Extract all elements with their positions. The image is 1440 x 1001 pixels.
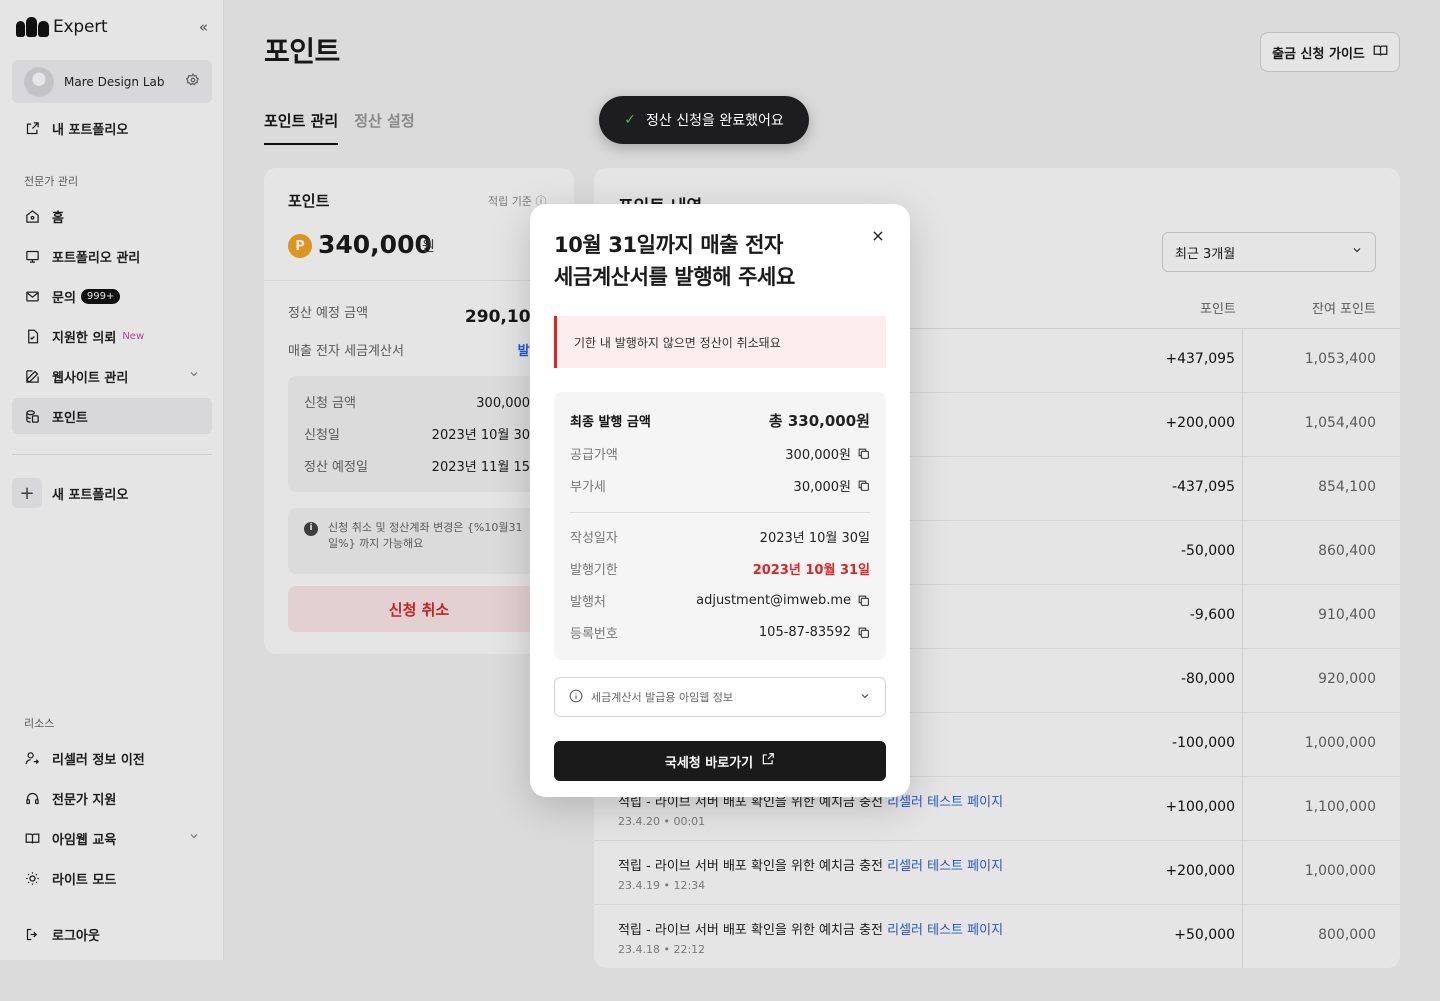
deadline-label: 발행기한 [570,563,618,578]
vat-value: 30,000원 [793,480,851,495]
copy-icon[interactable] [857,447,870,460]
final-amount-row: 최종 발행 금액 총 330,000원 [570,410,870,431]
registration-value: 105-87-83592 [758,625,851,640]
vat-label: 부가세 [570,480,606,495]
info-icon [569,689,583,706]
success-toast: ✓ 정산 신청을 완료했어요 [599,96,809,144]
modal-title: 10월 31일까지 매출 전자 세금계산서를 발행해 주세요 [554,230,854,293]
invoice-detail-box: 최종 발행 금액 총 330,000원 공급가액 300,000원 부가세 30… [554,392,886,660]
imweb-info-accordion[interactable]: 세금계산서 발급용 아임웹 정보 [554,677,886,717]
close-icon[interactable] [868,226,888,246]
supply-label: 공급가액 [570,448,618,463]
tax-invoice-modal: 10월 31일까지 매출 전자 세금계산서를 발행해 주세요 기한 내 발행하지… [530,204,910,797]
modal-title-line-2: 세금계산서를 발행해 주세요 [554,264,795,289]
chevron-down-icon [859,690,871,705]
issuer-value-group: adjustment@imweb.me [696,593,870,608]
written-date-value: 2023년 10월 30일 [759,531,870,546]
final-amount-label: 최종 발행 금액 [570,415,651,430]
detail-divider [570,512,870,513]
registration-value-group: 105-87-83592 [759,625,870,640]
issuer-row: 발행처 adjustment@imweb.me [570,591,870,610]
written-date-row: 작성일자 2023년 10월 30일 [570,527,870,546]
supply-value: 300,000원 [785,448,851,463]
modal-title-line-1: 10월 31일까지 매출 전자 [554,233,783,257]
accordion-label: 세금계산서 발급용 아임웹 정보 [591,691,734,704]
hometax-button-label: 국세청 바로가기 [664,755,754,771]
written-date-label: 작성일자 [570,531,618,546]
deadline-value: 2023년 10월 31일 [752,563,870,578]
copy-icon[interactable] [857,594,870,607]
copy-icon[interactable] [857,479,870,492]
external-link-icon [761,752,775,770]
copy-icon[interactable] [857,626,870,639]
check-icon: ✓ [624,112,637,128]
deadline-row: 발행기한 2023년 10월 31일 [570,559,870,578]
issuer-label: 발행처 [570,595,606,610]
registration-label: 등록번호 [570,627,618,642]
vat-row: 부가세 30,000원 [570,476,870,495]
final-amount-value: 총 330,000원 [768,412,870,430]
toast-message: 정산 신청을 완료했어요 [646,113,784,129]
vat-value-group: 30,000원 [794,476,870,495]
supply-value-group: 300,000원 [785,444,870,463]
issuer-value: adjustment@imweb.me [696,593,851,608]
deadline-alert: 기한 내 발행하지 않으면 정산이 취소돼요 [554,316,886,368]
supply-row: 공급가액 300,000원 [570,444,870,463]
registration-row: 등록번호 105-87-83592 [570,623,870,642]
hometax-button[interactable]: 국세청 바로가기 [554,741,886,781]
